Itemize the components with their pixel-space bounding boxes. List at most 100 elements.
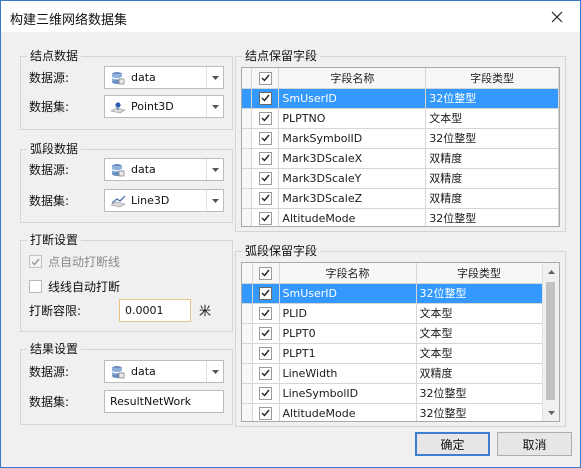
node-dataset-combo[interactable]: Point3D [104,95,224,118]
row-header[interactable] [242,148,253,169]
node-fields-header-checkbox[interactable] [251,68,280,89]
field-type-cell[interactable]: 双精度 [425,148,559,169]
field-type-cell[interactable]: 双精度 [425,168,559,189]
cancel-button[interactable]: 取消 [497,432,572,456]
row-checkbox[interactable] [251,208,280,226]
field-name-cell[interactable]: Mark3DScaleX [278,148,427,169]
field-name-cell[interactable]: PLID [279,303,417,324]
scroll-thumb[interactable] [546,282,555,400]
arc-fields-scrollbar[interactable] [542,263,559,421]
field-name-cell[interactable]: MarkSymbolID [278,128,427,149]
table-row[interactable]: Mark3DScaleY 双精度 [242,168,559,189]
field-name-cell[interactable]: LineSymbolID [279,383,417,404]
table-row[interactable]: PLPT0 文本型 [242,323,543,344]
arc-fields-col-type[interactable]: 字段类型 [416,263,543,284]
table-row[interactable]: LineSymbolID 32位整型 [242,383,543,404]
row-header[interactable] [242,363,253,384]
row-checkbox[interactable] [252,363,280,384]
row-header[interactable] [242,88,253,109]
result-dataset-input[interactable]: ResultNetWork [104,390,224,413]
table-row[interactable]: Mark3DScaleZ 双精度 [242,188,559,209]
row-checkbox[interactable] [251,168,280,189]
row-header[interactable] [242,303,253,324]
field-name-cell[interactable]: Mark3DScaleZ [278,188,427,209]
table-row[interactable]: SmUserID 32位整型 [242,283,543,304]
field-type-cell[interactable]: 32位整型 [416,403,543,421]
result-datasource-combo[interactable]: data [104,360,224,383]
table-row[interactable]: PLPT1 文本型 [242,343,543,364]
chevron-down-icon[interactable] [206,96,223,117]
field-name-cell[interactable]: SmUserID [279,283,417,304]
table-row[interactable]: AltitudeMode 32位整型 [242,403,543,421]
row-header[interactable] [242,343,253,364]
field-type-cell[interactable]: 文本型 [425,108,559,129]
title-bar: 构建三维网络数据集 [1,1,580,32]
tolerance-unit: 米 [199,304,212,318]
row-checkbox[interactable] [252,343,280,364]
field-type-cell[interactable]: 32位整型 [425,88,559,109]
table-row[interactable]: AltitudeMode 32位整型 [242,208,559,226]
row-header[interactable] [242,323,253,344]
row-header[interactable] [242,283,253,304]
row-header[interactable] [242,108,253,129]
chevron-down-icon[interactable] [206,67,223,88]
chevron-down-icon[interactable] [206,159,223,180]
field-type-cell[interactable]: 32位整型 [425,208,559,226]
row-checkbox[interactable] [251,188,280,209]
field-name-cell[interactable]: Mark3DScaleY [278,168,427,189]
row-checkbox[interactable] [252,283,280,304]
field-type-cell[interactable]: 32位整型 [425,128,559,149]
scroll-down-icon[interactable] [543,404,559,421]
row-header[interactable] [242,188,253,209]
arc-fields-col-name[interactable]: 字段名称 [279,263,417,284]
field-type-cell[interactable]: 文本型 [416,303,543,324]
chevron-down-icon[interactable] [206,190,223,211]
arc-dataset-combo[interactable]: Line3D [104,189,224,212]
field-name-cell[interactable]: AltitudeMode [278,208,427,226]
arc-fields-header-checkbox[interactable] [252,263,280,284]
node-fields-col-type[interactable]: 字段类型 [425,68,559,89]
ok-button[interactable]: 确定 [415,432,490,456]
table-row[interactable]: SmUserID 32位整型 [242,88,559,109]
field-name-cell[interactable]: PLPT0 [279,323,417,344]
arc-data-group: 弧段数据 数据源: data 数据集: Line3D [20,142,233,223]
field-type-cell[interactable]: 32位整型 [416,383,543,404]
row-header[interactable] [242,403,253,421]
row-header[interactable] [242,128,253,149]
row-checkbox[interactable] [251,88,280,109]
row-header[interactable] [242,383,253,404]
row-checkbox[interactable] [251,128,280,149]
table-row[interactable]: MarkSymbolID 32位整型 [242,128,559,149]
field-type-cell[interactable]: 双精度 [416,363,543,384]
field-type-cell[interactable]: 双精度 [425,188,559,209]
field-type-cell[interactable]: 文本型 [416,343,543,364]
tolerance-input[interactable]: 0.0001 [119,299,191,322]
chevron-down-icon[interactable] [206,361,223,382]
row-checkbox[interactable] [252,323,280,344]
arc-datasource-combo[interactable]: data [104,158,224,181]
row-header[interactable] [242,208,253,226]
row-checkbox[interactable] [251,148,280,169]
auto-break-line-checkbox[interactable]: 线线自动打断 [29,278,120,295]
field-name-cell[interactable]: PLPT1 [279,343,417,364]
close-button[interactable] [534,1,580,32]
field-name-cell[interactable]: AltitudeMode [279,403,417,421]
field-name-cell[interactable]: SmUserID [278,88,427,109]
table-row[interactable]: Mark3DScaleX 双精度 [242,148,559,169]
row-checkbox[interactable] [252,303,280,324]
scroll-up-icon[interactable] [543,263,559,280]
row-header[interactable] [242,168,253,189]
field-type-cell[interactable]: 32位整型 [416,283,543,304]
field-name-cell[interactable]: LineWidth [279,363,417,384]
table-row[interactable]: PLPTNO 文本型 [242,108,559,129]
table-row[interactable]: PLID 文本型 [242,303,543,324]
node-datasource-combo[interactable]: data [104,66,224,89]
auto-break-point-checkbox[interactable]: 点自动打断线 [29,253,120,270]
row-checkbox[interactable] [252,383,280,404]
table-row[interactable]: LineWidth 双精度 [242,363,543,384]
row-checkbox[interactable] [252,403,280,421]
node-fields-col-name[interactable]: 字段名称 [278,68,427,89]
row-checkbox[interactable] [251,108,280,129]
field-name-cell[interactable]: PLPTNO [278,108,427,129]
field-type-cell[interactable]: 文本型 [416,323,543,344]
